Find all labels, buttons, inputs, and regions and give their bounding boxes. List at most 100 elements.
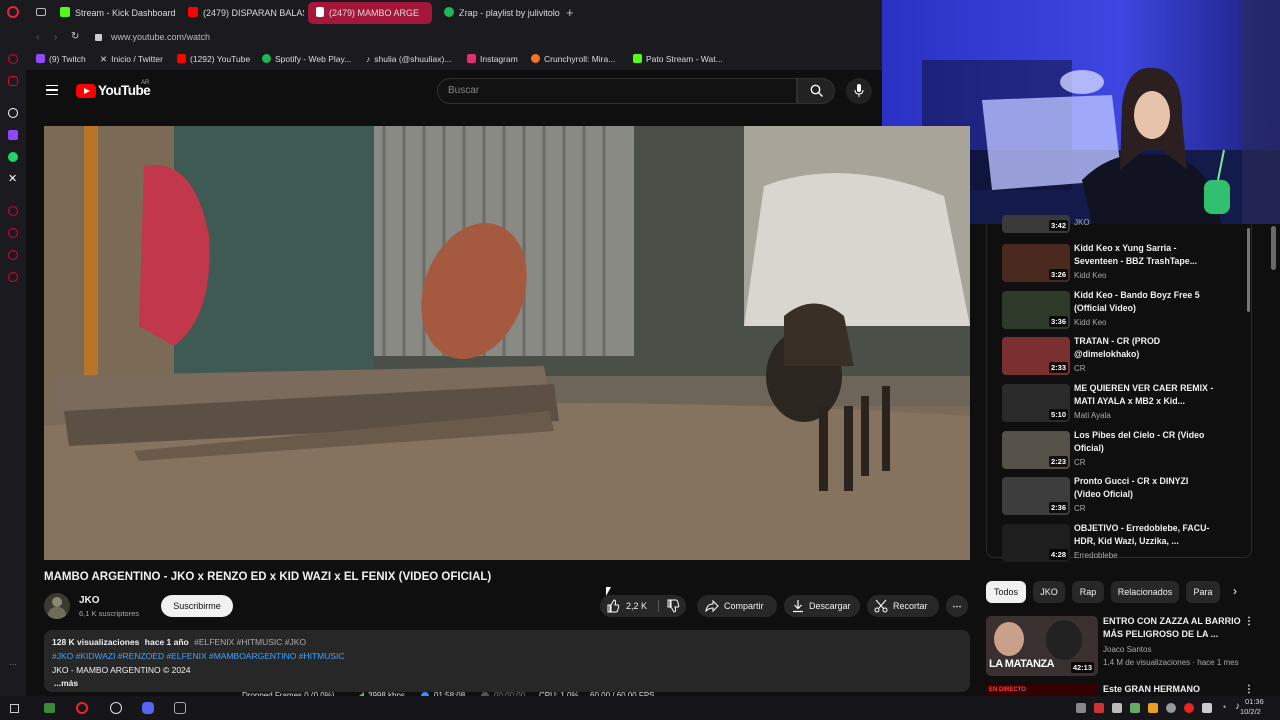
chip-relacionados[interactable]: Relacionados: [1111, 581, 1179, 603]
channel-avatar[interactable]: [44, 593, 70, 619]
voice-search-button[interactable]: [846, 78, 872, 104]
windows-start-icon[interactable]: [10, 704, 19, 713]
subscribe-button[interactable]: Suscribirme: [161, 595, 233, 617]
recommendation-thumbnail[interactable]: 4:28: [1002, 524, 1070, 562]
reload-icon[interactable]: ↻: [71, 31, 79, 42]
recommendation-channel[interactable]: CR: [1074, 458, 1086, 467]
recommendation-item[interactable]: 3:42 JKO: [1002, 215, 1262, 237]
download-button[interactable]: Descargar: [784, 595, 860, 617]
recommendation-title[interactable]: Kidd Keo - Bando Boyz Free 5 (Official V…: [1074, 289, 1214, 315]
bookmark-twitter[interactable]: ✕ Inicio / Twitter: [100, 54, 163, 65]
recommendation-channel[interactable]: Kidd Keo: [1074, 271, 1106, 280]
tab-mambo-active[interactable]: (2479) MAMBO ARGE: [308, 2, 432, 24]
page-scrollbar[interactable]: [1271, 226, 1276, 270]
channel-name[interactable]: JKO: [79, 595, 100, 606]
clip-button[interactable]: Recortar: [867, 595, 939, 617]
taskbar-extra-icon[interactable]: [174, 702, 186, 714]
twitch-icon[interactable]: [8, 130, 18, 140]
chip-jko[interactable]: JKO: [1033, 581, 1065, 603]
bookmark-crunchyroll[interactable]: Crunchyroll: Mira...: [531, 54, 615, 64]
recommendation-channel[interactable]: Erredoblebe: [1074, 551, 1118, 560]
recommendation-item[interactable]: 2:36 Pronto Gucci - CR x DINYZI (Video Of…: [1002, 475, 1262, 521]
tab-kick[interactable]: Stream - Kick Dashboard: [52, 2, 180, 24]
recommendation-thumbnail[interactable]: 3:36: [1002, 291, 1070, 329]
hashtags[interactable]: #JKO #KIDWAZI #RENZOED #ELFENIX #MAMBOAR…: [52, 651, 345, 661]
recommendation-title[interactable]: Los Pibes del Cielo - CR (Video Oficial): [1074, 429, 1214, 455]
suggested-channel[interactable]: Joaco Santos: [1103, 645, 1151, 654]
taskbar-app-icon[interactable]: [44, 703, 55, 713]
more-actions-button[interactable]: ⋯: [946, 595, 968, 617]
bookmark-youtube[interactable]: (1292) YouTube: [177, 54, 250, 64]
history-icon[interactable]: [8, 206, 18, 216]
whatsapp-icon[interactable]: [8, 152, 18, 162]
clock-icon[interactable]: [8, 228, 18, 238]
recommendation-channel[interactable]: CR: [1074, 364, 1086, 373]
recommendation-title[interactable]: OBJETIVO - Erredoblebe, FACU-HDR, Kid Wa…: [1074, 522, 1214, 548]
tab-spotify[interactable]: Ꮓrap - playlist by julivitolo: [436, 2, 560, 24]
bookmark-twitch[interactable]: (9) Twitch: [36, 54, 86, 64]
recommendation-thumbnail[interactable]: 2:36: [1002, 477, 1070, 515]
tab-overview-icon[interactable]: [36, 8, 46, 16]
search-input[interactable]: Buscar: [437, 78, 797, 104]
search-button[interactable]: [797, 78, 835, 104]
more-vertical-icon[interactable]: ⋮: [1244, 684, 1254, 695]
suggested-title[interactable]: ENTRO CON ZAZZA AL BARRIO MÁS PELIGROSO …: [1103, 615, 1243, 641]
recommendation-title[interactable]: ME QUIEREN VER CAER REMIX - MATI AYALA x…: [1074, 382, 1214, 408]
new-tab-plus-icon[interactable]: +: [566, 5, 574, 20]
clock-date[interactable]: 10/2/2: [1240, 707, 1261, 716]
share-button[interactable]: Compartir: [697, 595, 777, 617]
video-player[interactable]: [44, 126, 970, 560]
bookmark-tiktok[interactable]: ♪ shulia (@shuuliax)...: [366, 54, 451, 64]
ai-icon[interactable]: [8, 108, 18, 118]
settings-icon[interactable]: [8, 272, 18, 282]
recommendation-channel[interactable]: CR: [1074, 504, 1086, 513]
heart-icon[interactable]: [8, 250, 18, 260]
browser-menu-icon[interactable]: [7, 6, 19, 18]
recommendation-title[interactable]: Pronto Gucci - CR x DINYZI (Video Oficia…: [1074, 475, 1214, 501]
suggested-thumbnail[interactable]: LA MATANZA 42:13: [986, 616, 1098, 676]
suggested-video-2[interactable]: EN DIRECTO Este GRAN HERMANO ⋮: [986, 684, 1254, 696]
recommendation-channel[interactable]: JKO: [1074, 218, 1090, 227]
back-icon[interactable]: ‹: [36, 32, 39, 43]
taskbar-opera-icon[interactable]: [76, 702, 88, 714]
taskbar-discord-icon[interactable]: [142, 702, 154, 714]
suggested-title[interactable]: Este GRAN HERMANO: [1103, 684, 1200, 694]
url-field[interactable]: www.youtube.com/watch: [111, 32, 210, 42]
chevron-right-icon[interactable]: ›: [1233, 584, 1237, 598]
recommendation-item[interactable]: 3:36 Kidd Keo - Bando Boyz Free 5 (Offici…: [1002, 289, 1262, 335]
recommendation-thumbnail[interactable]: 2:33: [1002, 337, 1070, 375]
forward-icon[interactable]: ›: [54, 32, 57, 43]
recommendation-item[interactable]: 2:23 Los Pibes del Cielo - CR (Video Ofic…: [1002, 429, 1262, 475]
bookmark-instagram[interactable]: Instagram: [467, 54, 518, 64]
wifi-icon[interactable]: ◔: [1221, 702, 1226, 712]
show-more-link[interactable]: ...más: [54, 678, 78, 688]
recommendation-thumbnail[interactable]: 3:26: [1002, 244, 1070, 282]
tab-disparan[interactable]: (2479) DISPARAN BALAS: [180, 2, 304, 24]
recommendation-item[interactable]: 5:10 ME QUIEREN VER CAER REMIX - MATI AYA…: [1002, 382, 1262, 428]
like-button[interactable]: 2,2 K: [600, 595, 686, 617]
x-icon[interactable]: ✕: [8, 172, 17, 185]
bookmark-spotify[interactable]: Spotify - Web Play...: [262, 54, 351, 64]
messenger-icon[interactable]: [8, 54, 18, 64]
instagram-icon[interactable]: [8, 76, 18, 86]
description-box[interactable]: 128 K visualizaciones hace 1 año #ELFENI…: [44, 630, 970, 692]
recommendation-channel[interactable]: Kidd Keo: [1074, 318, 1106, 327]
recommendation-thumbnail[interactable]: 5:10: [1002, 384, 1070, 422]
chip-rap[interactable]: Rap: [1072, 581, 1104, 603]
more-options-icon[interactable]: ⋯: [9, 660, 17, 669]
recommendation-item[interactable]: 4:28 OBJETIVO - Erredoblebe, FACU-HDR, Ki…: [1002, 522, 1262, 568]
recommendation-channel[interactable]: Mati Ayala: [1074, 411, 1111, 420]
recommendation-title[interactable]: Kidd Keo x Yung Sarria - Seventeen - BBZ…: [1074, 242, 1214, 268]
recommendation-thumbnail[interactable]: 2:23: [1002, 431, 1070, 469]
recommendation-item[interactable]: 3:26 Kidd Keo x Yung Sarria - Seventeen -…: [1002, 242, 1262, 288]
thumbs-down-icon[interactable]: [666, 599, 680, 613]
suggested-video[interactable]: LA MATANZA 42:13 ENTRO CON ZAZZA AL BARR…: [986, 616, 1254, 678]
chip-para[interactable]: Para: [1186, 581, 1220, 603]
hamburger-menu-icon[interactable]: [46, 85, 58, 95]
recommendation-title[interactable]: TRATAN - CR (PROD @dimelokhako): [1074, 335, 1214, 361]
recommendation-item[interactable]: 2:33 TRATAN - CR (PROD @dimelokhako) CR: [1002, 335, 1262, 381]
recommendation-thumbnail[interactable]: 3:42: [1002, 215, 1070, 233]
clock-time[interactable]: 01:36: [1245, 697, 1264, 706]
chip-todos[interactable]: Todos: [986, 581, 1026, 603]
bookmark-kick[interactable]: Pato Stream - Wat...: [633, 54, 723, 64]
